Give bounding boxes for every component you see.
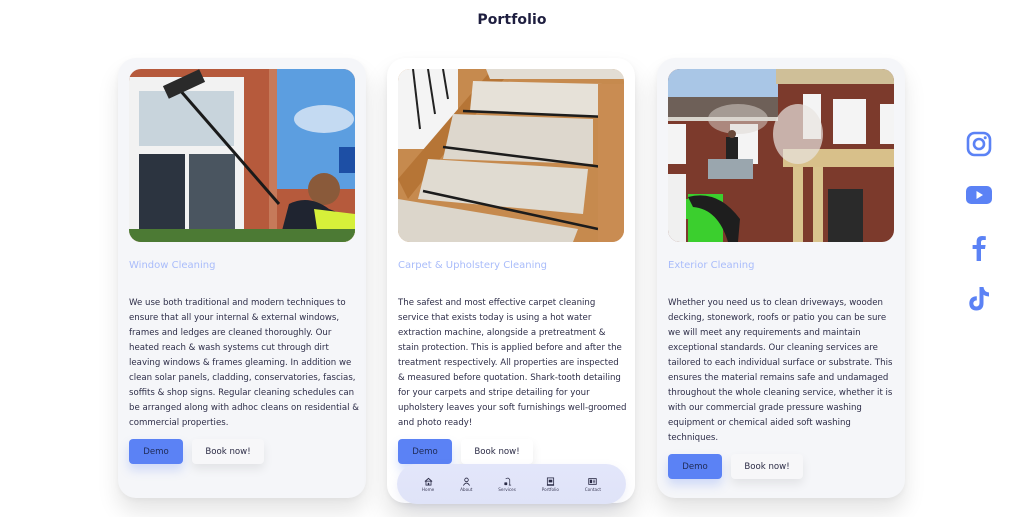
- facebook-icon: [972, 236, 986, 261]
- home-icon: [424, 477, 432, 486]
- portfolio-card-window-cleaning: Window Cleaning We use both traditional …: [118, 58, 366, 498]
- demo-button[interactable]: Demo: [668, 454, 722, 479]
- card-actions: Demo Book now!: [129, 439, 264, 464]
- tiktok-link[interactable]: [965, 285, 993, 313]
- user-icon: [462, 477, 470, 486]
- card-image: [129, 69, 355, 242]
- nav-label: Contact: [584, 486, 602, 492]
- demo-button[interactable]: Demo: [129, 439, 183, 464]
- nav-label: Services: [498, 486, 516, 492]
- facebook-link[interactable]: [965, 234, 993, 262]
- instagram-icon: [966, 131, 992, 157]
- card-actions: Demo Book now!: [398, 439, 533, 464]
- card-title: Window Cleaning: [129, 260, 216, 271]
- card-image: [398, 69, 624, 242]
- book-now-button[interactable]: Book now!: [461, 439, 533, 464]
- card-description: The safest and most effective carpet cle…: [398, 298, 627, 428]
- nav-item-services[interactable]: Services: [498, 477, 516, 492]
- nav-item-home[interactable]: Home: [422, 477, 434, 492]
- nav-label: Portfolio: [541, 486, 559, 492]
- portfolio-card-carpet-cleaning: Carpet & Upholstery Cleaning The safest …: [387, 58, 635, 503]
- nav-label: Home: [421, 486, 435, 492]
- demo-button[interactable]: Demo: [398, 439, 452, 464]
- tiktok-icon: [969, 287, 989, 311]
- vacuum-icon: [503, 477, 511, 485]
- youtube-link[interactable]: [965, 181, 993, 209]
- portfolio-icon: [546, 476, 554, 486]
- card-title: Carpet & Upholstery Cleaning: [398, 260, 548, 271]
- nav-label: About: [460, 486, 473, 492]
- nav-item-portfolio[interactable]: Portfolio: [541, 476, 559, 492]
- portfolio-card-exterior-cleaning: Exterior Cleaning Whether you need us to…: [657, 58, 905, 498]
- page-title: Portfolio: [477, 12, 547, 28]
- book-now-button[interactable]: Book now!: [192, 439, 264, 464]
- contact-card-icon: [588, 477, 598, 485]
- nav-item-about[interactable]: About: [460, 477, 472, 492]
- bottom-nav: Home About Services Portfolio Contact: [397, 464, 626, 504]
- card-actions: Demo Book now!: [668, 454, 803, 479]
- card-description: Whether you need us to clean driveways, …: [668, 298, 893, 443]
- card-description: We use both traditional and modern techn…: [129, 298, 359, 428]
- card-title: Exterior Cleaning: [668, 260, 755, 271]
- youtube-icon: [966, 186, 992, 204]
- instagram-link[interactable]: [965, 130, 993, 158]
- card-image: [668, 69, 894, 242]
- book-now-button[interactable]: Book now!: [731, 454, 803, 479]
- nav-item-contact[interactable]: Contact: [585, 477, 601, 492]
